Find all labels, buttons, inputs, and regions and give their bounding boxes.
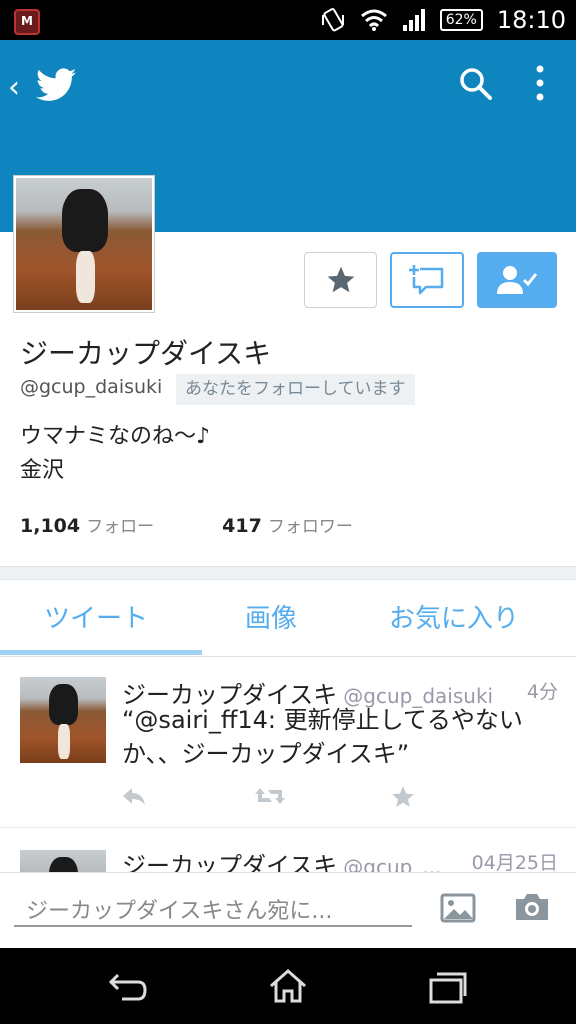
profile-tabs: ツイート 画像 お気に入り	[0, 580, 576, 657]
active-tab-indicator	[0, 650, 202, 655]
back-arrow-icon[interactable]: ‹	[8, 70, 20, 105]
tweet-item[interactable]: ジーカップダイスキ @gcup_daisuki 4分 “@sairi_ff14: …	[0, 657, 576, 828]
tab-tweets[interactable]: ツイート	[44, 598, 148, 635]
star-icon	[327, 266, 354, 293]
profile-stats: 1,104 フォロー 417 フォロワー	[20, 512, 353, 537]
followers-count: 417	[222, 515, 262, 537]
camera-icon[interactable]	[514, 891, 550, 923]
horse-photo	[16, 178, 152, 310]
clock: 18:10	[496, 6, 566, 34]
status-bar: M 62% 18:10	[0, 0, 576, 40]
battery-indicator: 62%	[439, 9, 483, 31]
tweet-author-handle: @gcup_...	[343, 855, 442, 873]
section-divider	[0, 566, 576, 580]
tweet-text: “@sairi_ff14: 更新停止してるやないか、、ジーカップダイスキ”	[122, 706, 523, 768]
followers-stat[interactable]: 417 フォロワー	[222, 515, 353, 537]
tab-images[interactable]: 画像	[245, 598, 297, 635]
antivirus-app-icon: M	[14, 9, 40, 35]
tweet-avatar[interactable]	[20, 677, 106, 763]
tweet-author: ジーカップダイスキ @gcup_...	[122, 846, 442, 873]
profile-avatar[interactable]	[14, 176, 154, 312]
tweet-author-name: ジーカップダイスキ	[122, 852, 338, 873]
profile-name: ジーカップダイスキ	[20, 337, 272, 370]
status-icons: 62% 18:10	[320, 0, 566, 40]
direct-message-button[interactable]	[390, 252, 464, 308]
vibrate-icon	[321, 8, 344, 32]
nav-back-icon[interactable]	[108, 972, 148, 1002]
followers-label: フォロワー	[267, 517, 353, 537]
horse-photo	[20, 850, 106, 872]
horse-photo	[20, 677, 106, 763]
twitter-bird-icon[interactable]	[36, 68, 76, 102]
retweet-icon[interactable]	[254, 784, 286, 808]
signal-icon	[402, 9, 425, 31]
reply-composer: ジーカップダイスキさん宛に...	[0, 872, 576, 949]
bio-line: ウマナミなのね～♪	[20, 424, 211, 449]
following-stat[interactable]: 1,104 フォロー	[20, 515, 160, 537]
tweet-avatar[interactable]	[20, 850, 106, 872]
following-icon	[497, 266, 538, 294]
image-icon[interactable]	[440, 893, 476, 923]
tweet-time: 04月25日	[471, 852, 558, 873]
nav-home-icon[interactable]	[268, 968, 308, 1004]
favorite-notify-button[interactable]	[304, 252, 377, 308]
tweet-time: 4分	[526, 681, 558, 703]
tweet-item[interactable]: ジーカップダイスキ @gcup_... 04月25日	[0, 828, 576, 873]
following-button[interactable]	[477, 252, 557, 308]
profile-bio: ウマナミなのね～♪ 金沢	[20, 420, 210, 488]
reply-icon[interactable]	[120, 784, 148, 808]
search-icon[interactable]	[458, 66, 494, 102]
following-count: 1,104	[20, 515, 81, 537]
direct-message-icon	[409, 265, 444, 295]
overflow-menu-icon[interactable]	[534, 64, 546, 102]
wifi-icon	[360, 9, 387, 31]
favorite-icon[interactable]	[390, 784, 416, 810]
reply-input[interactable]: ジーカップダイスキさん宛に...	[14, 883, 412, 927]
nav-recents-icon[interactable]	[428, 970, 468, 1004]
following-label: フォロー	[86, 517, 155, 537]
system-navigation-bar	[0, 948, 576, 1024]
bio-location: 金沢	[20, 458, 65, 483]
profile-handle: @gcup_daisuki	[20, 376, 163, 398]
follows-you-badge: あなたをフォローしています	[176, 374, 415, 405]
tab-favorites[interactable]: お気に入り	[389, 598, 519, 635]
